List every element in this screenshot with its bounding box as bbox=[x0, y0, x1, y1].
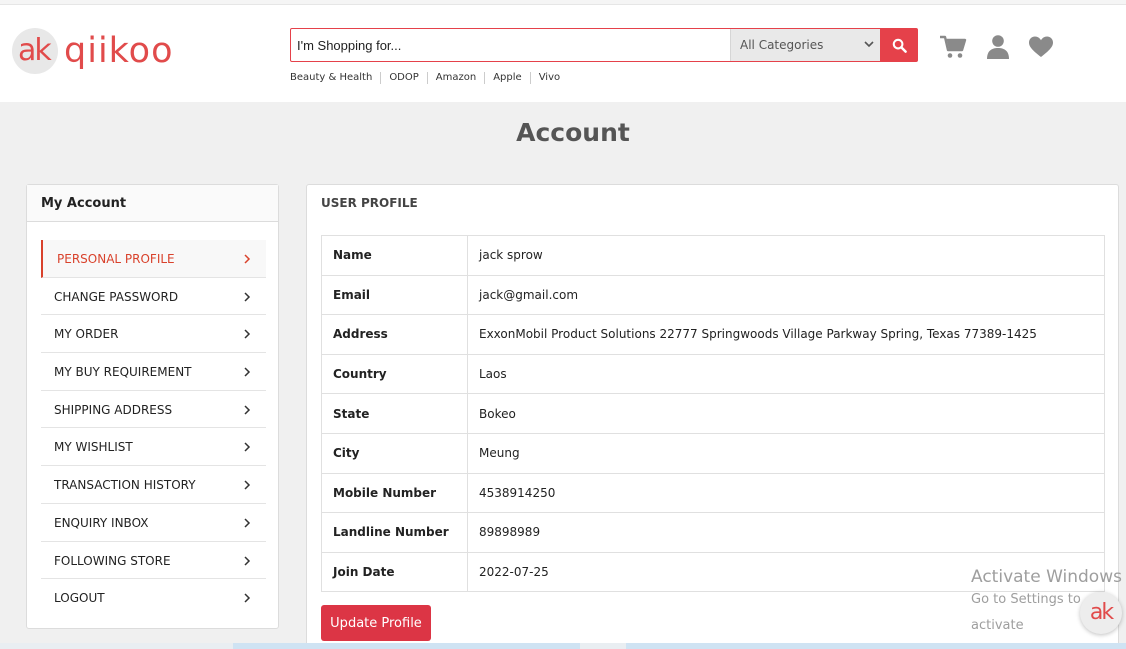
sidebar-item-label: MY WISHLIST bbox=[54, 440, 133, 455]
table-row: Mobile Number 4538914250 bbox=[321, 472, 1105, 514]
bottom-strip-segment bbox=[0, 643, 233, 649]
table-row: State Bokeo bbox=[321, 393, 1105, 434]
update-profile-button[interactable]: Update Profile bbox=[321, 605, 431, 641]
quick-link[interactable]: Vivo bbox=[529, 72, 568, 84]
chevron-right-icon bbox=[244, 555, 251, 566]
category-select-value: All Categories bbox=[740, 38, 824, 52]
sidebar-item-enquiry-inbox[interactable]: ENQUIRY INBOX bbox=[41, 504, 266, 542]
sidebar-item-my-wishlist[interactable]: MY WISHLIST bbox=[41, 428, 266, 467]
field-value: Laos bbox=[467, 353, 1105, 395]
site-logo[interactable]: ak qiikoo bbox=[12, 27, 182, 79]
field-value: jack sprow bbox=[467, 235, 1105, 276]
chevron-right-icon bbox=[244, 593, 251, 603]
field-value: Meung bbox=[467, 432, 1105, 474]
table-row: Country Laos bbox=[321, 353, 1105, 395]
quick-links: Beauty & Health ODOP Amazon Apple Vivo bbox=[290, 71, 568, 85]
sidebar-item-transaction-history[interactable]: TRANSACTION HISTORY bbox=[41, 466, 266, 504]
panel-heading: USER PROFILE bbox=[321, 196, 418, 210]
logo-text: qiikoo bbox=[64, 31, 174, 71]
category-select[interactable]: All Categories bbox=[730, 29, 880, 61]
field-label: Address bbox=[321, 314, 468, 355]
sidebar-item-following-store[interactable]: FOLLOWING STORE bbox=[41, 542, 266, 580]
sidebar-item-my-buy-requirement[interactable]: MY BUY REQUIREMENT bbox=[41, 353, 266, 391]
field-value: Bokeo bbox=[467, 393, 1105, 434]
quick-link[interactable]: Amazon bbox=[426, 72, 484, 84]
floating-logo-text: ak bbox=[1089, 600, 1114, 625]
chevron-right-icon bbox=[244, 480, 251, 490]
floating-logo-button[interactable]: ak bbox=[1080, 592, 1122, 634]
user-icon[interactable] bbox=[984, 33, 1012, 61]
site-header: ak qiikoo All Categories Beauty & Health… bbox=[0, 5, 1126, 102]
chevron-right-icon bbox=[244, 292, 251, 302]
cart-icon[interactable] bbox=[939, 33, 967, 61]
field-label: City bbox=[321, 432, 468, 474]
quick-link[interactable]: Apple bbox=[484, 72, 529, 84]
account-menu: PERSONAL PROFILE CHANGE PASSWORD MY ORDE… bbox=[41, 240, 266, 617]
sidebar-item-label: PERSONAL PROFILE bbox=[57, 252, 175, 266]
watermark-title: Activate Windows bbox=[971, 567, 1122, 587]
sidebar-item-personal-profile[interactable]: PERSONAL PROFILE bbox=[41, 240, 266, 278]
field-label: Mobile Number bbox=[321, 472, 468, 514]
sidebar-item-logout[interactable]: LOGOUT bbox=[41, 579, 266, 617]
table-row: Email jack@gmail.com bbox=[321, 274, 1105, 316]
sidebar-item-label: MY BUY REQUIREMENT bbox=[54, 365, 192, 380]
quick-link[interactable]: Beauty & Health bbox=[290, 72, 380, 84]
chevron-right-icon bbox=[244, 405, 251, 415]
account-sidebar: My Account PERSONAL PROFILE CHANGE PASSW… bbox=[26, 184, 279, 629]
quick-link[interactable]: ODOP bbox=[380, 72, 426, 84]
sidebar-item-label: CHANGE PASSWORD bbox=[54, 289, 179, 304]
field-value: 89898989 bbox=[467, 512, 1105, 553]
chevron-down-icon bbox=[864, 41, 874, 48]
search-input[interactable] bbox=[291, 29, 729, 61]
sidebar-item-my-order[interactable]: MY ORDER bbox=[41, 315, 266, 354]
chevron-right-icon bbox=[244, 329, 251, 339]
chevron-right-icon bbox=[244, 367, 251, 377]
page-title: Account bbox=[516, 118, 630, 147]
table-row: Landline Number 89898989 bbox=[321, 512, 1105, 553]
search-bar: All Categories bbox=[290, 28, 918, 62]
field-label: Email bbox=[321, 274, 468, 316]
sidebar-item-shipping-address[interactable]: SHIPPING ADDRESS bbox=[41, 391, 266, 429]
bottom-strip bbox=[0, 643, 1126, 649]
field-value: 4538914250 bbox=[467, 472, 1105, 514]
bottom-strip-segment bbox=[580, 643, 626, 649]
field-label: Country bbox=[321, 353, 468, 395]
field-label: Name bbox=[321, 235, 468, 276]
chevron-right-icon bbox=[244, 518, 251, 528]
sidebar-item-change-password[interactable]: CHANGE PASSWORD bbox=[41, 278, 266, 316]
sidebar-item-label: MY ORDER bbox=[54, 327, 119, 342]
profile-table: Name jack sprow Email jack@gmail.com Add… bbox=[321, 235, 1105, 593]
field-value: jack@gmail.com bbox=[467, 274, 1105, 316]
field-label: Landline Number bbox=[321, 512, 468, 553]
field-label: State bbox=[321, 393, 468, 434]
sidebar-item-label: FOLLOWING STORE bbox=[54, 553, 171, 568]
field-label: Join Date bbox=[321, 551, 468, 593]
sidebar-item-label: SHIPPING ADDRESS bbox=[54, 402, 173, 417]
sidebar-title: My Account bbox=[27, 185, 278, 222]
search-icon bbox=[892, 38, 907, 53]
sidebar-item-label: TRANSACTION HISTORY bbox=[54, 478, 196, 493]
logo-mark-text: ak bbox=[18, 33, 52, 68]
table-row: Name jack sprow bbox=[321, 235, 1105, 276]
table-row: City Meung bbox=[321, 432, 1105, 474]
sidebar-item-label: ENQUIRY INBOX bbox=[54, 515, 149, 530]
table-row: Address ExxonMobil Product Solutions 227… bbox=[321, 314, 1105, 355]
heart-icon[interactable] bbox=[1027, 33, 1055, 61]
chevron-right-icon bbox=[244, 442, 251, 452]
chevron-right-icon bbox=[244, 254, 251, 264]
search-button[interactable] bbox=[880, 28, 918, 62]
sidebar-item-label: LOGOUT bbox=[54, 591, 105, 606]
field-value: ExxonMobil Product Solutions 22777 Sprin… bbox=[467, 314, 1105, 355]
